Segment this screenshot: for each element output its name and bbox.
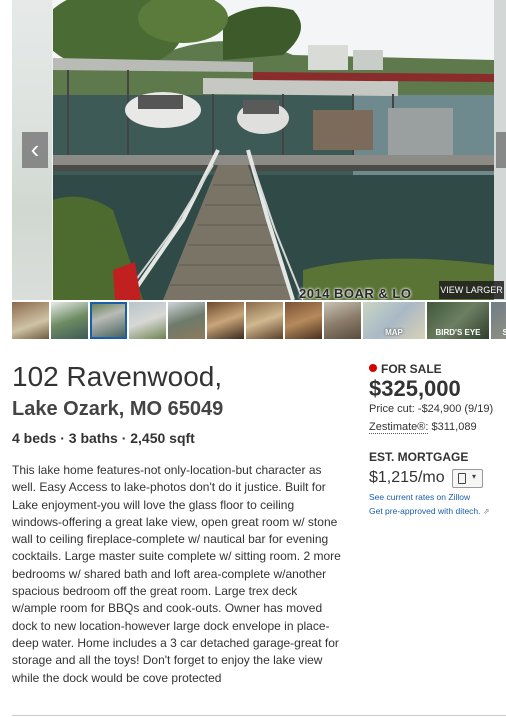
birds-eye-tile[interactable]: BIRD'S EYE [427,302,489,339]
address-city-state-zip: Lake Ozark, MO 65049 [12,398,224,420]
listing-description: This lake home features-not only-locatio… [12,463,341,685]
preapproved-link-label: Get pre-approved with ditech. [369,506,481,516]
zestimate: Zestimate®: $311,089 [369,421,477,434]
previous-photo-button[interactable]: ‹ [22,132,48,168]
zestimate-value: $311,089 [431,421,477,433]
thumbnail-photo-1[interactable] [12,302,49,339]
price-cut: Price cut: -$24,900 (9/19) [369,403,494,415]
thumbnail-photo-6[interactable] [207,302,244,339]
divider [12,715,506,716]
listing-status: FOR SALE [369,362,442,376]
thumbnail-photo-3[interactable] [90,302,127,339]
external-link-icon: ⇗ [482,507,490,516]
thumbnail-strip: MAP BIRD'S EYE STREET V [12,302,506,342]
street-view-tile[interactable]: STREET V [491,302,506,339]
mortgage-calculator-dropdown[interactable]: ▾ [452,469,483,488]
thumbnail-photo-5[interactable] [168,302,205,339]
next-photo-button[interactable] [496,132,506,168]
thumbnail-photo-2[interactable] [51,302,88,339]
status-dot-icon [369,364,377,372]
main-listing-photo[interactable] [53,0,494,300]
street-view-tile-label: STREET V [502,328,506,337]
calculator-icon [458,473,466,484]
home-facts: 4 beds · 3 baths · 2,450 sqft [12,430,195,446]
list-price: $325,000 [369,376,461,401]
thumbnail-photo-9[interactable] [324,302,361,339]
map-tile-label: MAP [385,328,403,337]
est-mortgage-label: EST. MORTGAGE [369,450,469,464]
chevron-left-icon: ‹ [30,134,40,164]
preapproved-link[interactable]: Get pre-approved with ditech. ⇗ [369,506,490,516]
photo-watermark: 2014 BOAR & LO [299,286,412,300]
birds-eye-tile-label: BIRD'S EYE [435,328,481,337]
map-tile[interactable]: MAP [363,302,425,339]
address-street: 102 Ravenwood, [12,361,223,392]
current-rates-link[interactable]: See current rates on Zillow [369,492,470,502]
boat-dock-photo [53,0,494,300]
photo-carousel: ‹ 2014 BOAR & LO VIEW LARGER [12,0,506,300]
thumbnail-photo-4[interactable] [129,302,166,339]
thumbnail-photo-7[interactable] [246,302,283,339]
view-larger-button[interactable]: VIEW LARGER [439,281,504,299]
thumbnail-photo-8[interactable] [285,302,322,339]
chevron-down-icon: ▾ [472,472,477,481]
status-label: FOR SALE [381,362,442,376]
zestimate-label[interactable]: Zestimate®: [369,421,429,434]
est-mortgage-value: $1,215/mo [369,469,445,486]
